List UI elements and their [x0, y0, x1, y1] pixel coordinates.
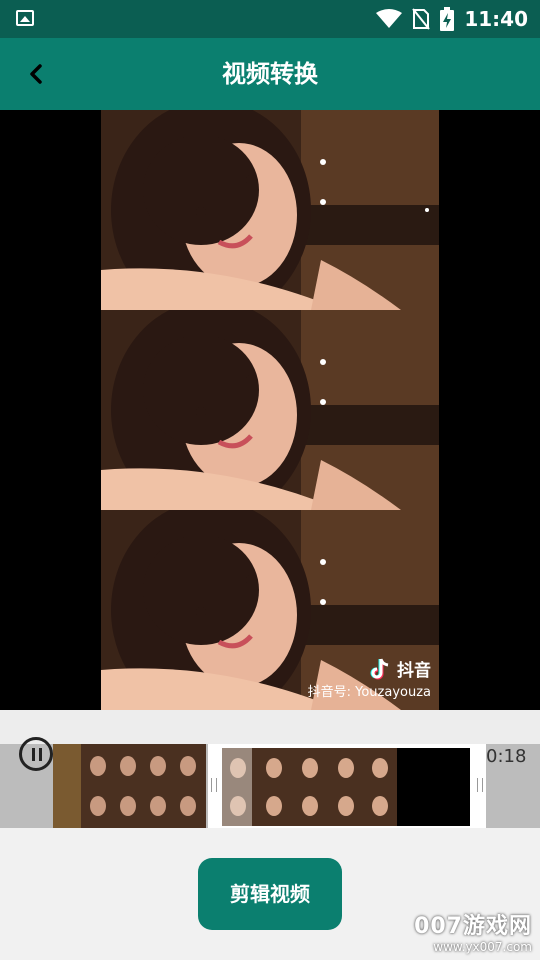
watermark-app-name: 抖音 — [397, 661, 431, 681]
video-frame-middle — [101, 310, 439, 510]
thumbnail-strip — [53, 744, 206, 828]
tiktok-logo-icon — [370, 658, 389, 679]
back-arrow-icon[interactable] — [22, 60, 50, 88]
page-title: 视频转换 — [222, 60, 318, 88]
status-icons: 11:40 — [376, 6, 528, 32]
cut-video-button[interactable]: 剪辑视频 — [198, 858, 342, 930]
wifi-icon — [376, 9, 403, 28]
no-sim-icon — [412, 8, 431, 30]
video-player[interactable]: 抖音 抖音号: Youzayouza — [0, 110, 540, 710]
trim-handle-left[interactable] — [211, 778, 217, 792]
end-time-label: 0:18 — [486, 746, 527, 767]
clock: 11:40 — [464, 7, 528, 31]
portrait-image — [101, 310, 439, 510]
timeline-thumbnails-left — [53, 744, 206, 828]
timeline-top-spacer — [0, 710, 540, 744]
pause-button[interactable] — [19, 737, 53, 771]
battery-charging-icon — [440, 7, 455, 31]
video-frame-top — [101, 110, 439, 310]
site-watermark-name: 007游戏网 — [414, 914, 532, 939]
status-bar: 11:40 — [0, 0, 540, 38]
app-bar: 视频转换 — [0, 38, 540, 110]
portrait-image — [101, 110, 439, 310]
site-watermark-url: www.yx007.com — [433, 940, 532, 954]
gallery-notification-icon — [16, 10, 34, 26]
selected-clip-thumbnails — [222, 748, 470, 826]
watermark-account-id: 抖音号: Youzayouza — [307, 685, 431, 700]
site-watermark: 007游戏网 www.yx007.com — [414, 908, 532, 954]
video-frame-bottom: 抖音 抖音号: Youzayouza — [101, 510, 439, 710]
thumbnail-strip — [222, 748, 470, 826]
video-watermark: 抖音 抖音号: Youzayouza — [308, 656, 431, 700]
trim-handle-right[interactable] — [477, 778, 483, 792]
